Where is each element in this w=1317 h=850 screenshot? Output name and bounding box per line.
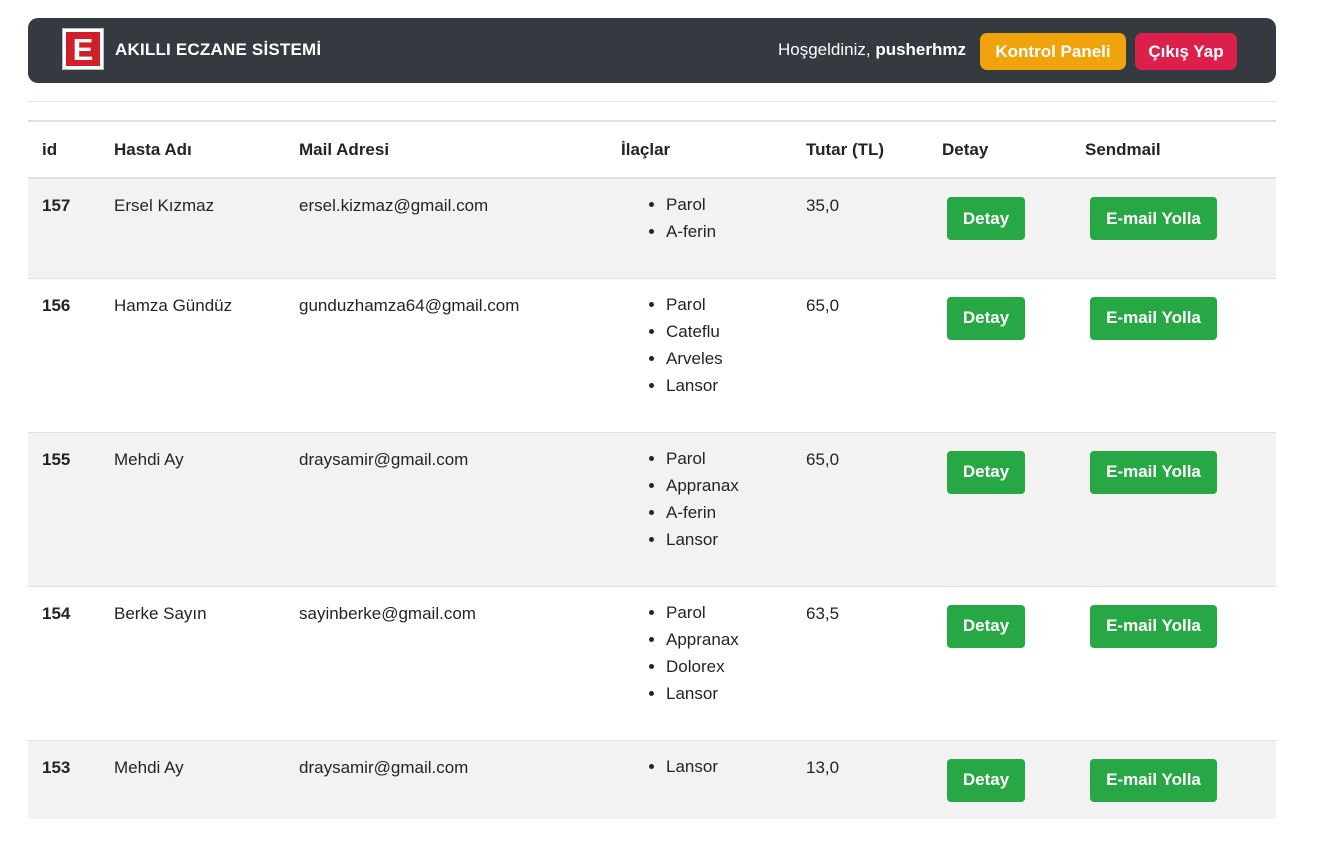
medicine-list-cell: Parol Appranax Dolorex Lansor [607, 585, 792, 740]
send-email-button[interactable]: E-mail Yolla [1090, 450, 1217, 494]
send-email-button[interactable]: E-mail Yolla [1090, 758, 1217, 802]
sendmail-cell: E-mail Yolla [1071, 177, 1276, 278]
column-header-medicines: İlaçlar [621, 139, 671, 159]
total-amount: 13,0 [792, 739, 928, 819]
top-navbar: E AKILLI ECZANE SİSTEMİ Hoşgeldiniz, pus… [28, 18, 1276, 83]
table-row: 157 Ersel Kızmaz ersel.kizmaz@gmail.com … [28, 177, 1276, 278]
welcome-message: Hoşgeldiniz, pusherhmz [778, 40, 966, 60]
patient-email: draysamir@gmail.com [285, 739, 607, 819]
logo-letter: E [66, 32, 100, 66]
pharmacy-logo: E [62, 28, 104, 70]
sendmail-cell: E-mail Yolla [1071, 431, 1276, 586]
total-amount: 63,5 [792, 585, 928, 740]
logout-button[interactable]: Çıkış Yap [1135, 33, 1237, 70]
medicine-list-cell: Lansor [607, 739, 792, 819]
send-email-button[interactable]: E-mail Yolla [1090, 604, 1217, 648]
detail-cell: Detay [928, 739, 1071, 819]
sendmail-cell: E-mail Yolla [1071, 739, 1276, 819]
patient-email: sayinberke@gmail.com [285, 585, 607, 740]
medicine-list: Parol Cateflu Arveles Lansor [621, 291, 792, 399]
welcome-prefix: Hoşgeldiniz, [777, 40, 871, 59]
patient-name: Ersel Kızmaz [100, 177, 285, 278]
patient-email: gunduzhamza64@gmail.com [285, 277, 607, 432]
sendmail-cell: E-mail Yolla [1071, 585, 1276, 740]
column-header-sendmail: Sendmail [1085, 139, 1161, 159]
detail-cell: Detay [928, 177, 1071, 278]
patient-name: Mehdi Ay [100, 739, 285, 819]
patient-name: Mehdi Ay [100, 431, 285, 586]
medicine-item: A-ferin [666, 218, 792, 245]
detail-button[interactable]: Detay [947, 758, 1025, 802]
medicine-item: Appranax [666, 626, 792, 653]
detail-button[interactable]: Detay [947, 450, 1025, 494]
patient-email: ersel.kizmaz@gmail.com [285, 177, 607, 278]
detail-cell: Detay [928, 277, 1071, 432]
row-id: 154 [28, 585, 100, 740]
medicine-list: Lansor [621, 753, 792, 780]
row-id: 157 [28, 177, 100, 278]
control-panel-button[interactable]: Kontrol Paneli [980, 33, 1126, 70]
detail-button[interactable]: Detay [947, 296, 1025, 340]
orders-table: id Hasta Adı Mail Adresi İlaçlar Tutar (… [28, 120, 1276, 819]
table-row: 153 Mehdi Ay draysamir@gmail.com Lansor … [28, 739, 1276, 819]
row-id: 155 [28, 431, 100, 586]
medicine-item: Parol [666, 191, 792, 218]
medicine-list: Parol Appranax Dolorex Lansor [621, 599, 792, 707]
patient-email: draysamir@gmail.com [285, 431, 607, 586]
medicine-item: Parol [666, 291, 792, 318]
username: pusherhmz [875, 40, 966, 59]
row-id: 156 [28, 277, 100, 432]
send-email-button[interactable]: E-mail Yolla [1090, 296, 1217, 340]
medicine-item: Dolorex [666, 653, 792, 680]
medicine-item: Lansor [666, 526, 792, 553]
patient-name: Hamza Gündüz [100, 277, 285, 432]
table-header-row: id Hasta Adı Mail Adresi İlaçlar Tutar (… [28, 121, 1276, 178]
table-row: 154 Berke Sayın sayinberke@gmail.com Par… [28, 585, 1276, 740]
medicine-list: Parol A-ferin [621, 191, 792, 245]
table-row: 156 Hamza Gündüz gunduzhamza64@gmail.com… [28, 277, 1276, 432]
divider [28, 101, 1276, 102]
column-header-email: Mail Adresi [299, 139, 390, 159]
medicine-list-cell: Parol Appranax A-ferin Lansor [607, 431, 792, 586]
medicine-item: Parol [666, 445, 792, 472]
medicine-list-cell: Parol A-ferin [607, 177, 792, 278]
medicine-item: Arveles [666, 345, 792, 372]
app-title: AKILLI ECZANE SİSTEMİ [115, 40, 322, 59]
medicine-item: Lansor [666, 372, 792, 399]
sendmail-cell: E-mail Yolla [1071, 277, 1276, 432]
medicine-list: Parol Appranax A-ferin Lansor [621, 445, 792, 553]
medicine-item: A-ferin [666, 499, 792, 526]
column-header-detail: Detay [942, 139, 989, 159]
medicine-item: Parol [666, 599, 792, 626]
medicine-item: Lansor [666, 753, 792, 780]
patient-name: Berke Sayın [100, 585, 285, 740]
column-header-patient-name: Hasta Adı [114, 139, 192, 159]
detail-cell: Detay [928, 585, 1071, 740]
total-amount: 65,0 [792, 431, 928, 586]
detail-button[interactable]: Detay [947, 604, 1025, 648]
medicine-item: Appranax [666, 472, 792, 499]
send-email-button[interactable]: E-mail Yolla [1090, 197, 1217, 240]
table-row: 155 Mehdi Ay draysamir@gmail.com Parol A… [28, 431, 1276, 586]
column-header-id: id [42, 139, 58, 159]
detail-button[interactable]: Detay [947, 197, 1025, 240]
total-amount: 65,0 [792, 277, 928, 432]
detail-cell: Detay [928, 431, 1071, 586]
column-header-total: Tutar (TL) [806, 139, 885, 159]
medicine-item: Lansor [666, 680, 792, 707]
medicine-list-cell: Parol Cateflu Arveles Lansor [607, 277, 792, 432]
row-id: 153 [28, 739, 100, 819]
total-amount: 35,0 [792, 177, 928, 278]
medicine-item: Cateflu [666, 318, 792, 345]
